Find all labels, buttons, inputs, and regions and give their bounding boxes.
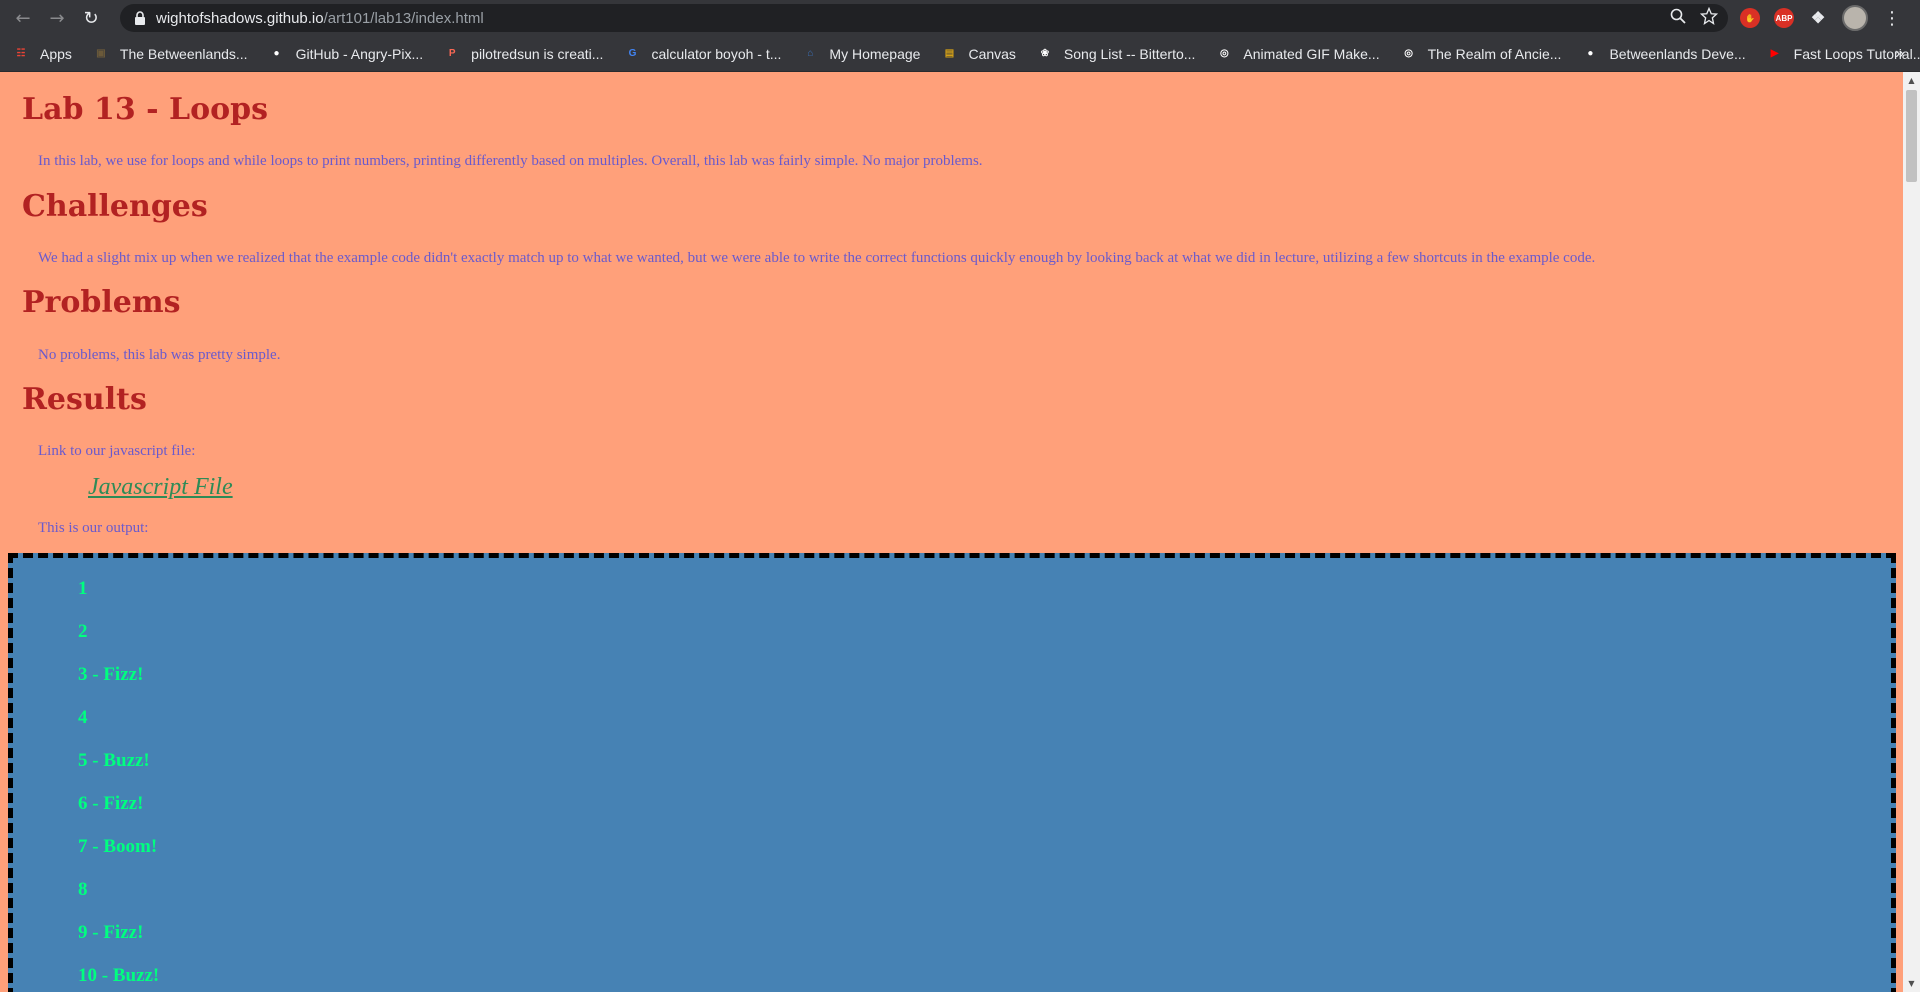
bookmark-item[interactable]: ▣ The Betweenlands... [92, 45, 248, 63]
intro-paragraph: In this lab, we use for loops and while … [38, 153, 983, 169]
problems-heading: Problems [22, 285, 181, 320]
scroll-down-arrow-icon[interactable]: ▼ [1903, 975, 1920, 992]
page-title: Lab 13 - Loops [22, 92, 269, 127]
output-line: 1 [78, 578, 88, 599]
output-line: 6 - Fizz! [78, 793, 144, 814]
output-box: 1 2 3 - Fizz! 4 5 - Buzz! 6 - Fizz! 7 - Boom! 8… [8, 553, 1896, 992]
bookmark-item[interactable]: ⌂ My Homepage [801, 45, 920, 63]
problems-paragraph: No problems, this lab was pretty simple. [38, 347, 281, 363]
scrollbar-thumb[interactable] [1906, 90, 1917, 182]
bookmark-label: The Betweenlands... [119, 45, 248, 62]
more-bookmarks-button[interactable]: » [1895, 36, 1904, 72]
back-arrow-icon[interactable]: ← [6, 0, 40, 36]
bookmarks-bar: ☷ Apps ▣ The Betweenlands... ● GitHub - Angry… [0, 36, 1920, 72]
homepage-icon: ⌂ [807, 48, 814, 59]
globe-icon: ◎ [1220, 48, 1229, 59]
forward-arrow-icon[interactable]: → [40, 0, 74, 36]
bookmark-label: calculator boyoh - t... [651, 45, 782, 62]
output-line: 5 - Buzz! [78, 750, 150, 771]
bookmark-label: Song List -- Bitterto... [1063, 45, 1196, 62]
challenges-heading: Challenges [22, 189, 208, 224]
bookmark-label: The Realm of Ancie... [1427, 45, 1562, 62]
bookmark-label: Apps [40, 45, 72, 62]
bookmark-label: pilotredsun is creati... [471, 45, 604, 62]
globe-icon: ◎ [1404, 48, 1413, 59]
lock-icon [134, 11, 148, 25]
betweenlands-icon: ▣ [96, 48, 106, 59]
bookmark-item[interactable]: ◎ The Realm of Ancie... [1400, 45, 1562, 63]
bookmark-star-icon[interactable] [1699, 6, 1719, 29]
challenges-paragraph: We had a slight mix up when we realized … [38, 250, 1596, 266]
bookmark-item[interactable]: ● GitHub - Angry-Pix... [268, 45, 424, 63]
bookmark-item[interactable]: Ppilotredsun is creati... [443, 45, 604, 63]
google-icon: G [628, 48, 637, 59]
reload-icon[interactable]: ↻ [74, 0, 108, 36]
link-intro-text: Link to our javascript file: [38, 443, 196, 459]
output-line: 4 [78, 707, 88, 728]
output-line: 3 - Fizz! [78, 664, 144, 685]
paw-icon: ❀ [1040, 48, 1050, 59]
url-text[interactable]: wightofshadows.github.io/art101/lab13/in… [156, 10, 484, 27]
output-line: 7 - Boom! [78, 836, 158, 857]
output-line: 2 [78, 621, 88, 642]
canvas-icon: ▤ [944, 48, 955, 59]
bookmark-label: GitHub - Angry-Pix... [295, 45, 424, 62]
github-icon: ● [1587, 48, 1594, 59]
extensions-puzzle-icon[interactable]: ❖ [1808, 8, 1828, 28]
address-bar[interactable]: wightofshadows.github.io/art101/lab13/in… [120, 4, 1728, 32]
bookmark-item[interactable]: ❀ Song List -- Bitterto... [1036, 45, 1196, 63]
chrome-menu-icon[interactable]: ⋮ [1882, 8, 1902, 29]
output-line: 8 [78, 879, 88, 900]
youtube-icon: ▶ [1770, 48, 1779, 59]
page-content: Lab 13 - Loops In this lab, we use for l… [0, 72, 1903, 992]
patreon-icon: P [448, 48, 456, 59]
scroll-up-arrow-icon[interactable]: ▲ [1903, 72, 1920, 89]
bookmark-item[interactable]: ● Betweenlands Deve... [1581, 45, 1745, 63]
output-intro-text: This is our output: [38, 520, 149, 536]
browser-toolbar: ← → ↻ wightofshadows.github.io/art101/la… [0, 0, 1920, 36]
results-heading: Results [22, 382, 147, 417]
output-line: 10 - Buzz! [78, 965, 160, 986]
github-icon: ● [273, 48, 280, 59]
bookmark-item[interactable]: Gcalculator boyoh - t... [623, 45, 782, 63]
page-scrollbar[interactable]: ▲ ▼ [1903, 72, 1920, 992]
bookmark-label: Betweenlands Deve... [1609, 45, 1746, 62]
adblock-plus-extension-icon[interactable]: ABP [1774, 8, 1794, 28]
zoom-icon[interactable] [1670, 8, 1686, 28]
url-path: /art101/lab13/index.html [323, 9, 484, 27]
stop-hand-extension-icon[interactable]: ✋ [1740, 8, 1760, 28]
apps-grid-icon: ☷ [16, 48, 26, 59]
bookmark-item[interactable]: ▤ Canvas [940, 45, 1016, 63]
bookmark-item[interactable]: ☷ Apps [12, 45, 72, 63]
bookmark-label: My Homepage [829, 45, 921, 62]
bookmark-item[interactable]: ◎ Animated GIF Make... [1215, 45, 1380, 63]
bookmark-label: Animated GIF Make... [1243, 45, 1380, 62]
bookmark-label: Canvas [968, 45, 1016, 62]
output-line: 9 - Fizz! [78, 922, 144, 943]
javascript-file-link[interactable]: Javascript File [88, 474, 233, 501]
url-host: wightofshadows.github.io [156, 9, 324, 27]
extensions-area: ✋ ABP ❖ ⋮ [1740, 0, 1902, 36]
profile-avatar[interactable] [1842, 5, 1868, 31]
